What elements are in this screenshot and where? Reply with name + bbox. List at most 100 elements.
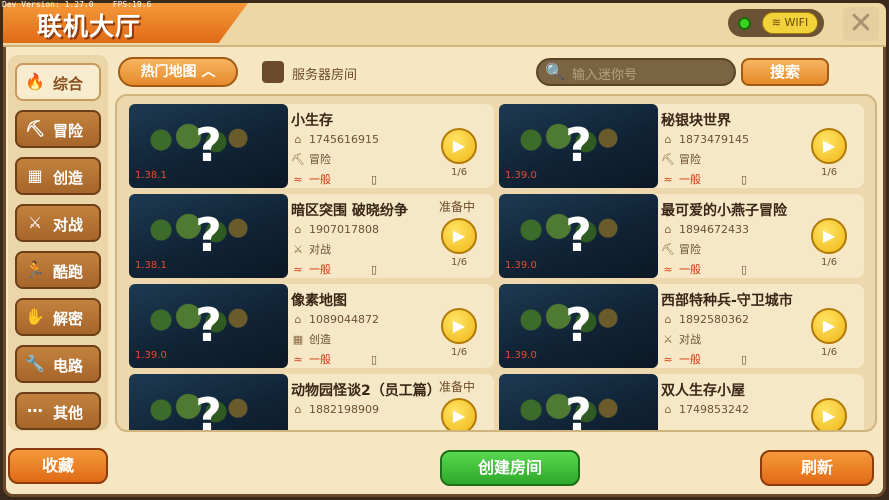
device-icon: ▯ (741, 263, 748, 276)
player-count: 1/6 (821, 167, 838, 178)
server-room-checkbox[interactable] (262, 61, 284, 83)
join-room-button[interactable]: ▶ (811, 398, 847, 430)
room-signal-row: ≈ 一般 ▯ (291, 351, 377, 367)
room-card[interactable]: ? 双人生存小屋 ⌂ 1749853242 ▶ (499, 374, 864, 430)
sidebar-item-3[interactable]: ⚔ 对战 (15, 204, 101, 242)
join-room-button[interactable]: ▶ (811, 308, 847, 344)
unknown-map-icon: ? (565, 208, 592, 262)
player-count: 1/6 (451, 257, 468, 268)
hot-map-label: 热门地图 (140, 64, 197, 80)
unknown-map-icon: ? (195, 298, 222, 352)
close-button[interactable]: ✕ (843, 7, 879, 41)
room-card[interactable]: ? 1.38.1 小生存 ⌂ 1745616915 ⛏ 冒险 ≈ 一般 ▯ ▶ 1/6 (129, 104, 494, 188)
sidebar-item-7[interactable]: ⋯ 其他 (15, 392, 101, 430)
network-status: ≋ WIFI (728, 9, 824, 37)
room-id: 1882198909 (309, 403, 379, 416)
room-mode-row: ⚔ 对战 (661, 331, 701, 347)
play-icon: ▶ (452, 316, 466, 335)
room-id: 1873479145 (679, 133, 749, 146)
room-name: 小生存 (291, 113, 333, 129)
sidebar-item-6[interactable]: 🔧 电路 (15, 345, 101, 383)
room-card[interactable]: ? 1.38.1 暗区突围 破晓纷争 ⌂ 1907017808 ⚔ 对战 ≈ 一般 ▯ 准备中 ▶ 1/… (129, 194, 494, 278)
room-card[interactable]: ? 1.39.0 秘银块世界 ⌂ 1873479145 ⛏ 冒险 ≈ 一般 ▯ ▶ 1/6 (499, 104, 864, 188)
sidebar-item-1[interactable]: ⛏ 冒险 (15, 110, 101, 148)
room-id-row: ⌂ 1749853242 (661, 403, 750, 416)
sidebar-item-2[interactable]: ▦ 创造 (15, 157, 101, 195)
search-button[interactable]: 搜索 (741, 58, 829, 86)
player-count: 1/6 (451, 347, 468, 358)
play-icon: ▶ (452, 406, 466, 425)
refresh-button[interactable]: 刷新 (760, 450, 874, 486)
sidebar-item-label: 综合 (53, 75, 84, 93)
room-mode: 创造 (309, 333, 331, 346)
debug-overlay: Dev Version: 1.27.0 FPS:19.6 (2, 0, 151, 9)
room-list[interactable]: ? 1.38.1 小生存 ⌂ 1745616915 ⛏ 冒险 ≈ 一般 ▯ ▶ 1/6? 1.39.0 秘… (115, 94, 877, 432)
signal-icon: ≈ (293, 263, 303, 276)
sidebar-item-label: 冒险 (53, 122, 84, 140)
favorites-button[interactable]: 收藏 (8, 448, 108, 484)
sidebar-item-label: 电路 (53, 357, 84, 375)
device-icon: ▯ (371, 263, 378, 276)
signal-icon: ≈ (293, 173, 303, 186)
wifi-badge: ≋ WIFI (762, 12, 818, 34)
mode-icon: ⛏ (661, 153, 675, 166)
room-signal: 一般 (679, 173, 701, 186)
room-name: 暗区突围 破晓纷争 (291, 203, 408, 219)
room-mode-row: ▦ 创造 (291, 331, 331, 347)
join-room-button[interactable]: ▶ (441, 128, 477, 164)
device-icon: ▯ (371, 353, 378, 366)
room-thumbnail: ? 1.39.0 (499, 284, 658, 368)
mode-icon: ⛏ (291, 153, 305, 166)
signal-icon: ≈ (663, 353, 673, 366)
join-room-button[interactable]: ▶ (441, 218, 477, 254)
sidebar-item-5[interactable]: ✋ 解密 (15, 298, 101, 336)
room-mode-row: ⛏ 冒险 (661, 151, 701, 167)
sidebar-item-4[interactable]: 🏃 酷跑 (15, 251, 101, 289)
room-signal: 一般 (679, 263, 701, 276)
play-icon: ▶ (822, 136, 836, 155)
room-thumbnail: ? 1.39.0 (129, 284, 288, 368)
room-signal: 一般 (679, 353, 701, 366)
title-ribbon: 联机大厅 (3, 3, 248, 43)
room-name: 动物园怪谈2（员工篇） (291, 383, 441, 399)
play-icon: ▶ (822, 316, 836, 335)
signal-icon: ≈ (663, 263, 673, 276)
join-room-button[interactable]: ▶ (441, 308, 477, 344)
room-thumbnail: ? 1.39.0 (499, 104, 658, 188)
room-thumbnail: ? 1.38.1 (129, 194, 288, 278)
room-mode-row: ⛏ 冒险 (291, 151, 331, 167)
device-icon: ▯ (741, 353, 748, 366)
search-input[interactable]: 🔍 输入迷你号 (536, 58, 736, 86)
room-status: 准备中 (439, 200, 476, 214)
room-card[interactable]: ? 动物园怪谈2（员工篇） ⌂ 1882198909 准备中 ▶ (129, 374, 494, 432)
join-room-button[interactable]: ▶ (811, 128, 847, 164)
unknown-map-icon: ? (195, 388, 222, 432)
create-room-button[interactable]: 创建房间 (440, 450, 580, 486)
blocks-icon: ▦ (27, 166, 43, 185)
play-icon: ▶ (822, 406, 836, 425)
room-card[interactable]: ? 1.39.0 最可爱的小燕子冒险 ⌂ 1894672433 ⛏ 冒险 ≈ 一般 ▯ ▶ 1/6 (499, 194, 864, 278)
hot-map-dropdown[interactable]: 热门地图 ︿ (118, 57, 238, 87)
join-room-button[interactable]: ▶ (811, 218, 847, 254)
house-icon: ⌂ (664, 133, 672, 146)
unknown-map-icon: ? (195, 208, 222, 262)
room-card[interactable]: ? 1.39.0 像素地图 ⌂ 1089044872 ▦ 创造 ≈ 一般 ▯ ▶ 1/6 (129, 284, 494, 368)
sidebar-item-0[interactable]: 🔥 综合 (15, 63, 101, 101)
room-status: 准备中 (439, 380, 476, 394)
room-id: 1749853242 (679, 403, 749, 416)
swords-icon: ⚔ (27, 213, 43, 232)
room-id: 1089044872 (309, 313, 379, 326)
mode-icon: ⚔ (293, 243, 303, 256)
room-version: 1.39.0 (505, 260, 537, 271)
page-title: 联机大厅 (37, 12, 142, 41)
join-room-button[interactable]: ▶ (441, 398, 477, 430)
room-id-row: ⌂ 1894672433 (661, 223, 750, 236)
room-version: 1.38.1 (135, 170, 167, 181)
fps-text: FPS:19.6 (112, 0, 152, 9)
room-card[interactable]: ? 1.39.0 西部特种兵-守卫城市 ⌂ 1892580362 ⚔ 对战 ≈ 一般 ▯ ▶ 1/6 (499, 284, 864, 368)
mode-icon: ▦ (292, 333, 304, 346)
room-thumbnail: ? (129, 374, 288, 432)
room-mode: 冒险 (679, 153, 701, 166)
mode-icon: ⛏ (661, 243, 675, 256)
room-id: 1745616915 (309, 133, 379, 146)
